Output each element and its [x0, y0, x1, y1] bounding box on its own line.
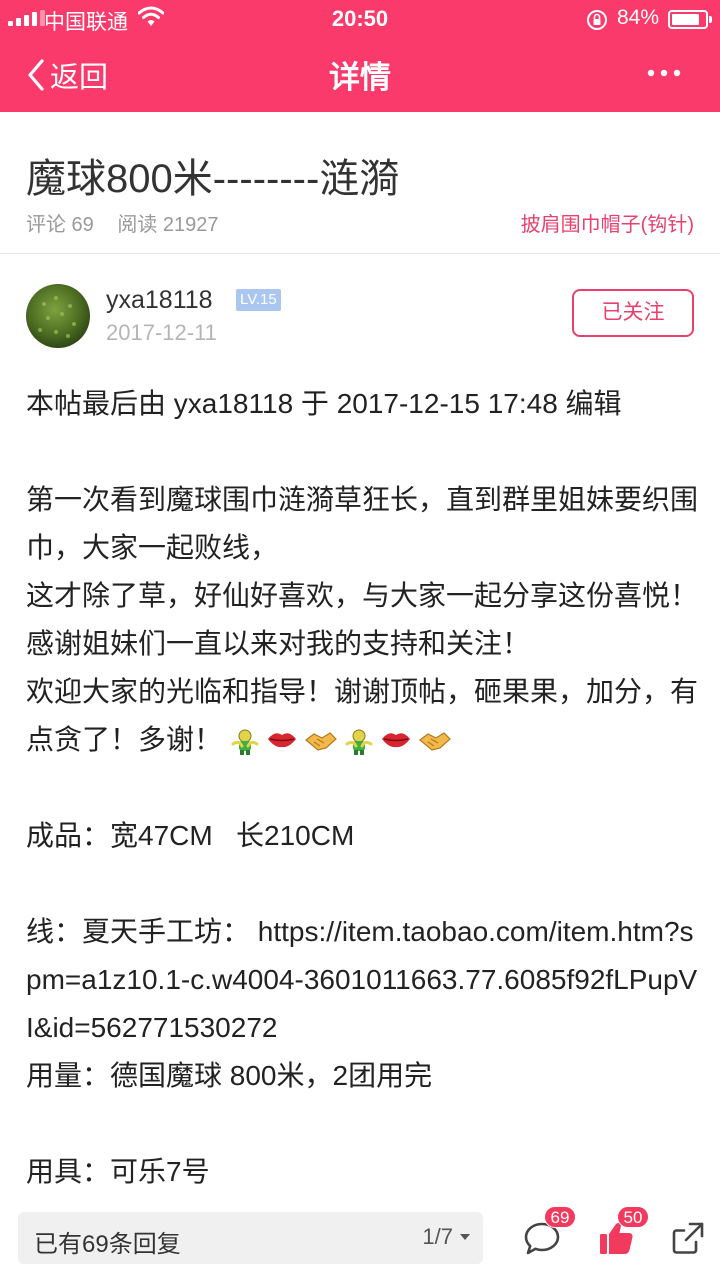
like-count-badge: 50 — [617, 1206, 649, 1228]
status-time: 20:50 — [331, 6, 389, 31]
handshake-icon — [419, 731, 451, 751]
follow-button[interactable]: 已关注 — [572, 289, 694, 337]
page-indicator: 1/7 — [422, 1224, 453, 1249]
board-link[interactable]: 披肩围巾帽子(钩针) — [521, 208, 694, 237]
lips-icon — [268, 732, 297, 747]
comment-count-label: 评论 69 — [26, 214, 94, 236]
divider — [0, 253, 720, 254]
edit-note: 本帖最后由 yxa18118 于 2017-12-15 17:48 编辑 — [26, 388, 622, 419]
reply-count-label: 已有69条回复 — [34, 1231, 181, 1258]
author-name[interactable]: yxa18118 — [106, 286, 213, 315]
yarn-line[interactable]: 线：夏天手工坊： https://item.taobao.com/item.ht… — [26, 908, 698, 1052]
back-button[interactable]: 返回 — [26, 54, 108, 96]
share-button[interactable] — [668, 1218, 708, 1258]
page-selector[interactable]: 1/7 — [422, 1224, 471, 1250]
more-dots-icon — [647, 69, 681, 77]
level-badge: LV.15 — [236, 289, 281, 311]
hugging-figure-icon — [231, 729, 259, 755]
usage-line: 用量：德国魔球 800米，2团用完 — [26, 1060, 433, 1091]
post-date: 2017-12-11 — [106, 320, 217, 345]
comment-count-badge: 69 — [544, 1206, 576, 1228]
hugging-figure-icon — [345, 729, 373, 755]
battery-fill — [672, 14, 699, 25]
emoji-row — [230, 728, 452, 756]
caret-down-icon — [460, 1234, 470, 1240]
size-line: 成品：宽47CM 长210CM — [26, 820, 355, 851]
battery-percent: 84% — [617, 6, 660, 29]
post-title: 魔球800米--------涟漪 — [26, 157, 400, 201]
post-content: 本帖最后由 yxa18118 于 2017-12-15 17:48 编辑 第一次… — [26, 380, 698, 1195]
tool-line: 用具：可乐7号 — [26, 1156, 210, 1187]
content-paragraph-with-emojis: 欢迎大家的光临和指导！谢谢顶帖，砸果果，加分，有点贪了！多谢！ — [26, 668, 698, 764]
top-bar: 中国联通 20:50 84% 返回 详情 — [0, 0, 720, 112]
post-stats: 评论 69 阅读 21927 — [26, 208, 237, 237]
rotation-lock-icon — [585, 8, 609, 38]
back-label: 返回 — [50, 62, 109, 94]
content-paragraph: 感谢姐妹们一直以来对我的支持和关注！ — [26, 628, 531, 659]
handshake-icon — [305, 731, 337, 751]
navigation-bar: 返回 详情 — [0, 38, 720, 112]
read-count-label: 阅读 21927 — [117, 214, 219, 236]
content-paragraph: 第一次看到魔球围巾涟漪草狂长，直到群里姐妹要织围巾，大家一起败线， — [26, 484, 698, 563]
battery-icon — [668, 10, 712, 29]
reply-input[interactable]: 已有69条回复 1/7 — [18, 1212, 483, 1264]
lips-icon — [382, 732, 411, 747]
share-icon — [672, 1222, 704, 1254]
avatar[interactable] — [26, 284, 90, 348]
more-options-button[interactable] — [640, 58, 690, 88]
content-paragraph: 这才除了草，好仙好喜欢，与大家一起分享这份喜悦！ — [26, 580, 698, 611]
status-bar: 中国联通 20:50 84% — [0, 0, 720, 38]
chevron-left-icon — [28, 59, 44, 91]
bottom-bar: 已有69条回复 1/7 69 50 — [0, 1196, 720, 1280]
